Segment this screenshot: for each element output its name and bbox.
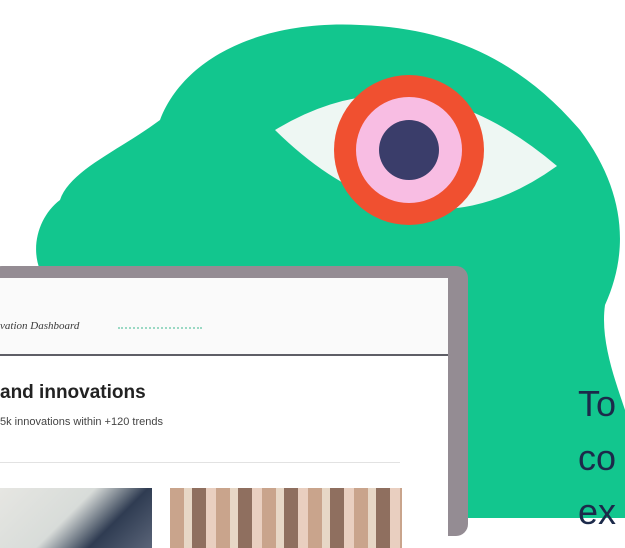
side-text-line: To: [578, 383, 617, 424]
content-divider: [0, 462, 400, 463]
dotted-divider: [118, 327, 202, 329]
side-text-line: co: [578, 437, 617, 478]
dashboard-header: vation Dashboard: [0, 278, 448, 356]
dashboard-title: vation Dashboard: [0, 320, 80, 332]
innovation-thumbnail[interactable]: [170, 488, 402, 548]
page-subtitle: 5k innovations within +120 trends: [0, 416, 163, 428]
innovation-thumbnail[interactable]: [0, 488, 152, 548]
page-heading: and innovations: [0, 382, 146, 403]
pupil-icon: [379, 120, 439, 180]
laptop-mockup: vation Dashboard and innovations 5k inno…: [0, 266, 468, 548]
laptop-screen: vation Dashboard and innovations 5k inno…: [0, 278, 448, 548]
side-text-line: ex: [578, 491, 617, 532]
